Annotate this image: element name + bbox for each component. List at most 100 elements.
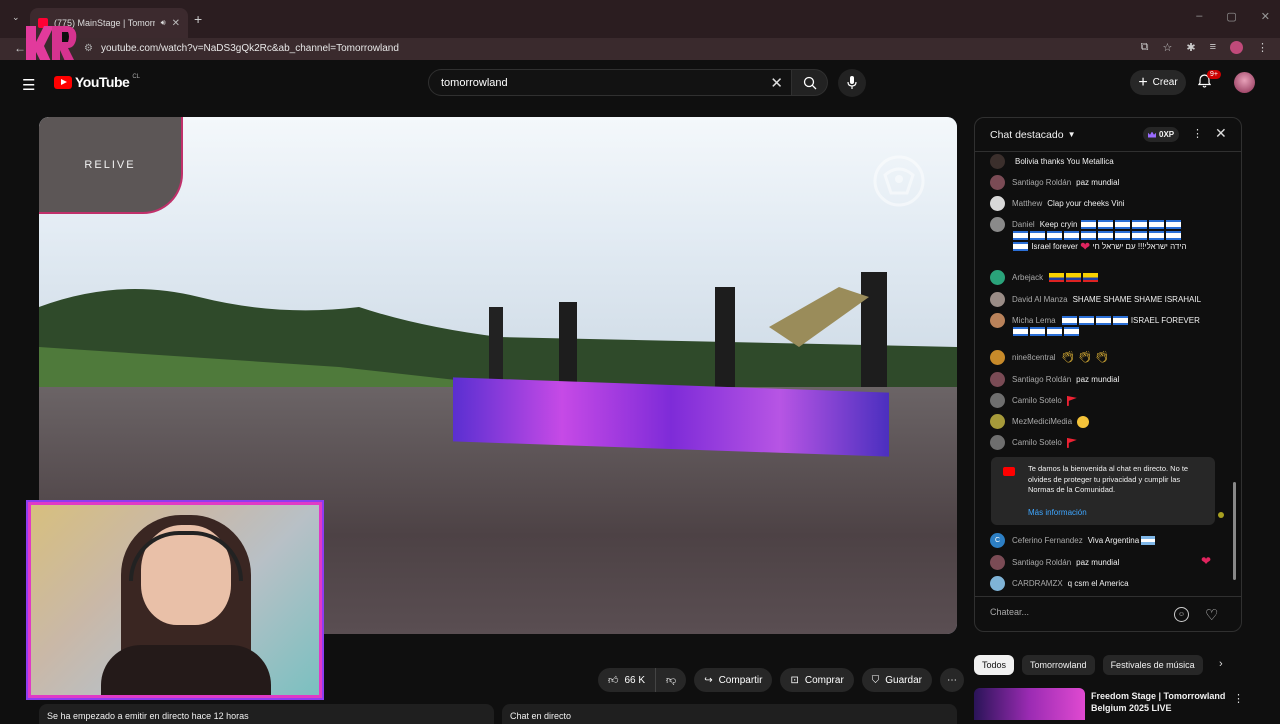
close-window-button[interactable]: ✕ (1261, 10, 1270, 23)
chat-avatar[interactable] (990, 576, 1005, 591)
chat-author[interactable]: Ceferino Fernandez (1012, 536, 1083, 545)
chat-author[interactable]: Arbejack (1012, 273, 1043, 282)
maximize-button[interactable]: ▢ (1226, 10, 1236, 23)
chat-author[interactable]: Camilo Sotelo (1012, 396, 1062, 405)
chat-avatar[interactable] (990, 393, 1005, 408)
buy-button[interactable]: ⊡ Comprar (780, 668, 854, 692)
bookmark-star-icon[interactable]: ☆ (1162, 41, 1172, 54)
voice-search-button[interactable] (838, 69, 866, 97)
chat-author[interactable]: Camilo Sotelo (1012, 438, 1062, 447)
chat-avatar[interactable] (990, 175, 1005, 190)
menu-hamburger-icon[interactable]: ☰ (22, 76, 35, 94)
extensions-icon[interactable]: ✱ (1186, 41, 1195, 54)
chat-avatar[interactable] (990, 154, 1005, 169)
new-tab-button[interactable]: + (194, 11, 202, 27)
share-button[interactable]: ↪ Compartir (694, 668, 773, 692)
recommended-video[interactable]: Freedom Stage | Tomorrowland Belgium 202… (974, 688, 1244, 720)
chat-author[interactable]: David Al Manza (1012, 295, 1068, 304)
like-button[interactable]: 👍︎ 66 K (598, 668, 657, 692)
more-vertical-icon[interactable]: ⋮ (1233, 692, 1244, 705)
argentina-flag-icon (1141, 536, 1156, 546)
emoji-icon[interactable]: ☺ (1174, 607, 1189, 622)
floating-heart-icon: ❤ (1201, 554, 1212, 568)
install-app-icon[interactable]: ⧉ (1141, 41, 1149, 54)
crown-icon (1148, 131, 1156, 138)
media-control-icon[interactable]: ≡ (1210, 41, 1216, 54)
shopping-bag-icon: ⊡ (790, 674, 799, 686)
close-chat-icon[interactable]: ✕ (1215, 125, 1227, 142)
chip-music-festivals[interactable]: Festivales de música (1102, 655, 1203, 675)
speaker-icon[interactable]: 🔊︎ (161, 18, 166, 28)
chat-avatar[interactable] (990, 217, 1005, 232)
xp-badge[interactable]: 0XP (1143, 127, 1180, 142)
chat-avatar[interactable] (990, 414, 1005, 429)
more-actions-button[interactable]: ⋯ (939, 668, 964, 692)
save-button[interactable]: ⛉ Guardar (861, 668, 932, 692)
chat-avatar[interactable] (990, 313, 1005, 328)
address-bar[interactable]: ⚙ youtube.com/watch?v=NaDS3gQk2Rc&ab_cha… (84, 38, 1184, 58)
chat-author[interactable]: CARDRAMZX (1012, 579, 1063, 588)
chevron-right-icon[interactable]: › (1219, 658, 1223, 670)
recommended-title[interactable]: Freedom Stage | Tomorrowland Belgium 202… (1091, 690, 1229, 714)
share-arrow-icon: ↪ (704, 674, 713, 686)
notifications-button[interactable]: 9+ (1197, 70, 1221, 93)
chat-avatar[interactable] (990, 270, 1005, 285)
account-avatar[interactable] (1234, 72, 1255, 93)
chat-author[interactable]: nine8central (1012, 353, 1056, 362)
recommended-thumbnail[interactable] (974, 688, 1085, 720)
chat-message: Santiago Roldán paz mundial (990, 175, 1228, 190)
chat-avatar[interactable] (990, 292, 1005, 307)
chat-avatar[interactable] (990, 372, 1005, 387)
minimize-button[interactable]: – (1196, 10, 1202, 23)
search-button[interactable] (792, 69, 828, 96)
thinking-face-icon (1077, 416, 1090, 428)
search-input[interactable]: tomorrowland ✕ (428, 69, 792, 96)
chat-avatar[interactable] (990, 555, 1005, 570)
heart-outline-icon[interactable]: ♡ (1205, 606, 1218, 624)
chip-all[interactable]: Todos (974, 655, 1015, 675)
thumbs-down-icon: 👎︎ (666, 675, 677, 686)
microphone-icon (847, 76, 857, 89)
youtube-wordmark: YouTube (75, 74, 130, 90)
chat-text: Keep cryin (1039, 220, 1078, 229)
welcome-banner: Te damos la bienvenida al chat en direct… (991, 457, 1215, 525)
chat-author[interactable]: Santiago Roldán (1012, 178, 1071, 187)
chat-author[interactable]: Matthew (1012, 199, 1042, 208)
chat-author[interactable]: Daniel (1012, 220, 1035, 229)
chat-author[interactable]: Micha Lema (1012, 316, 1056, 325)
youtube-logo[interactable]: YouTube CL (54, 74, 140, 90)
chat-message: Camilo Sotelo (990, 435, 1228, 450)
more-info-link[interactable]: Más información (1028, 508, 1087, 519)
tab-close-icon[interactable]: ✕ (172, 18, 180, 29)
site-info-icon[interactable]: ⚙ (84, 43, 93, 54)
chip-tomorrowland[interactable]: Tomorrowland (1022, 655, 1095, 675)
chat-mode-label[interactable]: Chat destacado (990, 129, 1064, 141)
browser-menu-icon[interactable]: ⋮ (1257, 41, 1268, 54)
chat-text: Bolivia thanks You Metallica (1015, 157, 1114, 166)
clear-search-icon[interactable]: ✕ (770, 74, 783, 92)
chat-avatar[interactable]: C (990, 533, 1005, 548)
chat-author[interactable]: Santiago Roldán (1012, 375, 1071, 384)
youtube-icon (1003, 467, 1015, 476)
chat-author[interactable]: MezMediciMedia (1012, 417, 1072, 426)
video-treeline (39, 272, 957, 397)
chat-avatar[interactable] (990, 435, 1005, 450)
live-chat-toggle[interactable]: Chat en directo (502, 704, 957, 724)
webcam-overlay (28, 502, 322, 698)
chat-input[interactable]: Chatear... (990, 607, 1170, 623)
stream-info[interactable]: Se ha empezado a emitir en directo hace … (39, 704, 494, 724)
israel-flag-icons (1012, 242, 1029, 252)
chevron-down-icon[interactable]: ▼ (1068, 130, 1076, 139)
chat-avatar[interactable] (990, 196, 1005, 211)
tab-search-chevron-icon[interactable]: ⌄ (12, 12, 20, 23)
chat-text: SHAME SHAME SHAME ISRAHAIL (1072, 295, 1202, 304)
create-button[interactable]: + Crear (1130, 70, 1186, 95)
chat-author[interactable]: Santiago Roldán (1012, 558, 1071, 567)
profile-avatar-icon[interactable] (1230, 41, 1243, 54)
chat-options-icon[interactable]: ⋮ (1192, 127, 1203, 140)
save-label: Guardar (885, 674, 922, 686)
chat-avatar[interactable] (990, 350, 1005, 365)
chat-scrollbar-thumb[interactable] (1233, 482, 1236, 580)
chat-message: Daniel Keep cryin Israel forever ❤ הידה י… (990, 217, 1228, 252)
dislike-button[interactable]: 👎︎ (656, 668, 687, 692)
